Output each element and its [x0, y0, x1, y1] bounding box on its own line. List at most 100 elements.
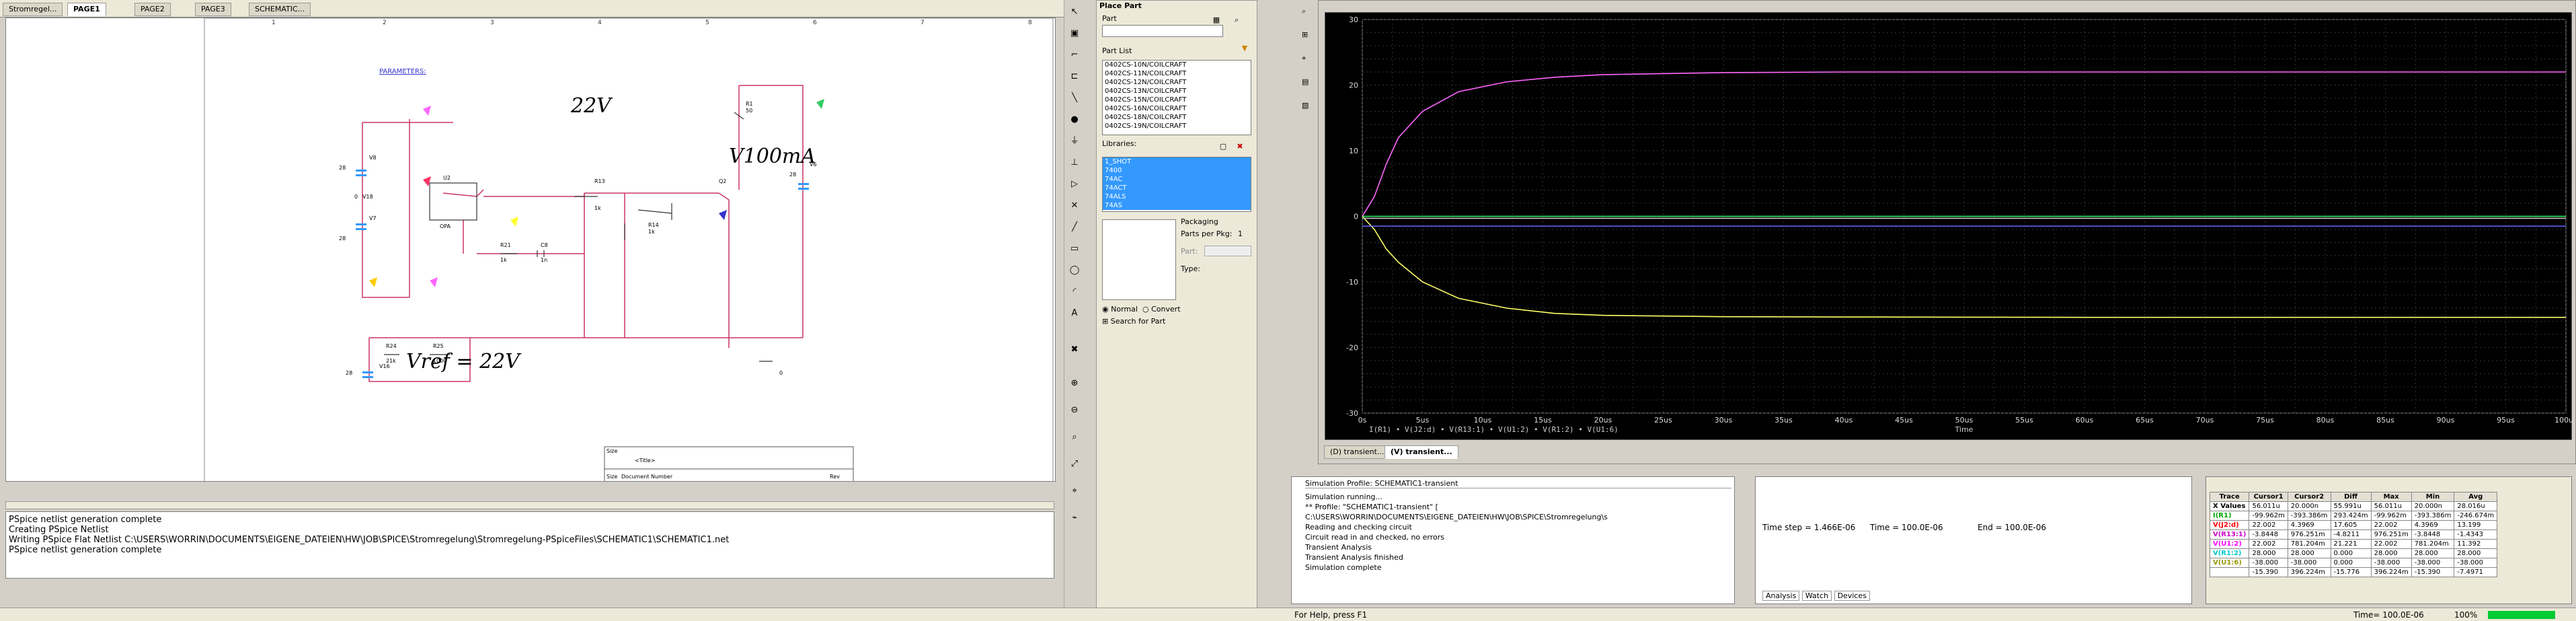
list-item[interactable]: 0402CS-15N/COILCRAFT	[1103, 96, 1251, 104]
table-row[interactable]: V(U1:2) 22.002 781.204m 21.221 22.002 781.204…	[2209, 539, 2498, 549]
draw-toolbar: ↖ ▣ ⌐ ⊏ ╲ ● ⏚ ⊥ ▷ ✕ ╱ ▭ ◯ ◜ A ✖ ⊕ ⊖ ⌕ ⤢ …	[1064, 0, 1084, 621]
table-cell: 28.000	[2411, 548, 2455, 558]
table-row[interactable]: -15.390 396.224m -15.776 396.224m -15.390 -7.…	[2209, 567, 2498, 577]
table-row[interactable]: X Values 56.011u 20.000n 55.991u 56.011u 20.0…	[2209, 501, 2498, 511]
y-tick-label: -10	[1346, 278, 1358, 287]
table-row[interactable]: V(U1:6) -38.000 -38.000 0.000 -38.000 -38.000…	[2209, 558, 2498, 568]
svg-text:4: 4	[598, 20, 602, 26]
table-header: Min	[2411, 492, 2455, 502]
svg-text:Q2: Q2	[719, 178, 726, 184]
svg-text:8: 8	[1028, 20, 1032, 26]
table-cell: 17.605	[2330, 520, 2372, 530]
tab-transient-v[interactable]: (V) transient...	[1384, 445, 1458, 459]
tab-page1[interactable]: PAGE1	[67, 3, 106, 16]
svg-text:V18: V18	[362, 194, 373, 200]
list-item[interactable]: 7400	[1103, 166, 1251, 175]
tab-devices[interactable]: Devices	[1834, 591, 1870, 601]
list-item[interactable]: 0402CS-16N/COILCRAFT	[1103, 104, 1251, 113]
add-trace-icon[interactable]: ⊞	[1302, 30, 1308, 39]
bus-icon[interactable]: ╲	[1068, 92, 1081, 105]
rectangle-icon[interactable]: ▭	[1068, 242, 1081, 256]
fft-icon[interactable]: ▤	[1302, 77, 1309, 86]
svg-text:R1: R1	[746, 101, 753, 107]
list-item[interactable]: 0402CS-10N/COILCRAFT	[1103, 61, 1251, 69]
zoom-out-icon[interactable]: ⊖	[1068, 404, 1081, 417]
ellipse-icon[interactable]: ◯	[1068, 264, 1081, 277]
tab-project[interactable]: Stromregel...	[3, 3, 63, 16]
zoom-area-icon[interactable]: ⌕	[1068, 431, 1081, 444]
table-cell: 396.224m	[2370, 567, 2412, 577]
time-value: Time = 100.0E-06	[1870, 523, 1943, 532]
library-list[interactable]: 1_SHOT 7400 74AC 74ACT 74ALS 74AS	[1102, 157, 1251, 212]
list-item[interactable]: 0402CS-19N/COILCRAFT	[1103, 122, 1251, 131]
tab-page3[interactable]: PAGE3	[195, 3, 231, 16]
tab-page2[interactable]: PAGE2	[134, 3, 171, 16]
tab-analysis[interactable]: Analysis	[1762, 591, 1800, 601]
part-label: Part	[1102, 14, 1117, 23]
select-icon[interactable]: ↖	[1068, 5, 1081, 19]
svg-text:28: 28	[339, 165, 346, 171]
tab-schematic[interactable]: SCHEMATIC...	[249, 3, 311, 16]
schematic-canvas[interactable]: 1 2 3 4 5 6 7 8 PARAMETERS: R1 50 R13 1k…	[5, 17, 1056, 482]
table-row[interactable]: I(R1) -99.962m -393.386m 293.424m -99.962m -3…	[2209, 511, 2498, 521]
convert-radio[interactable]: ○ Convert	[1142, 305, 1181, 314]
part-input[interactable]	[1102, 25, 1223, 37]
table-cell: -4.8211	[2330, 529, 2372, 540]
zoom-in-icon[interactable]: ⊕	[1068, 377, 1081, 390]
add-library-icon[interactable]: ▦	[1211, 15, 1222, 26]
part-select[interactable]	[1204, 246, 1251, 256]
filter-icon[interactable]: ▼	[1239, 44, 1250, 54]
search-icon[interactable]: ⌕	[1231, 15, 1242, 26]
table-row[interactable]: V(J2:d) 22.002 4.3969 17.605 22.002 4.3969 13.…	[2209, 520, 2498, 530]
session-log: PSpice netlist generation complete Creat…	[5, 511, 1054, 579]
x-tick-label: 80us	[2316, 416, 2335, 425]
table-cell: -15.390	[2249, 567, 2288, 577]
svg-text:1k: 1k	[648, 229, 655, 235]
list-item[interactable]: 0402CS-13N/COILCRAFT	[1103, 87, 1251, 96]
line-icon[interactable]: ╱	[1068, 221, 1081, 234]
add-library-button-icon[interactable]: ▢	[1218, 142, 1228, 153]
svg-text:1: 1	[272, 20, 276, 26]
part-list[interactable]: 0402CS-10N/COILCRAFT 0402CS-11N/COILCRAF…	[1102, 60, 1251, 135]
no-connect-icon[interactable]: ✕	[1068, 199, 1081, 213]
table-row[interactable]: V(R13:1) -3.8448 976.251m -4.8211 976.251m -3…	[2209, 529, 2498, 540]
list-item[interactable]: 0402CS-12N/COILCRAFT	[1103, 78, 1251, 87]
x-tick-label: 60us	[2076, 416, 2094, 425]
schematic-drawing: 1 2 3 4 5 6 7 8 PARAMETERS: R1 50 R13 1k…	[204, 18, 1054, 481]
power-icon[interactable]: ⏚	[1068, 135, 1081, 148]
tab-watch[interactable]: Watch	[1801, 591, 1832, 601]
list-item[interactable]: 74ALS	[1103, 192, 1251, 201]
search-part-toggle[interactable]: ⊞ Search for Part	[1102, 317, 1165, 326]
tab-transient-d[interactable]: (D) transient...	[1324, 445, 1391, 459]
list-item[interactable]: 74ACT	[1103, 184, 1251, 192]
ground-icon[interactable]: ⊥	[1068, 156, 1081, 170]
remove-library-icon[interactable]: ✖	[1235, 142, 1245, 153]
probe-voltage-icon[interactable]: ⌖	[1068, 484, 1081, 498]
cursor-icon[interactable]: ⌖	[1302, 54, 1306, 63]
marker-icon[interactable]: ▧	[1302, 101, 1309, 110]
normal-radio[interactable]: ◉ Normal	[1102, 305, 1138, 314]
port-icon[interactable]: ▷	[1068, 178, 1081, 191]
list-item[interactable]: 74AC	[1103, 175, 1251, 184]
list-item[interactable]: 1_SHOT	[1103, 157, 1251, 166]
zoom-icon[interactable]: ⌕	[1302, 7, 1306, 16]
svg-text:50: 50	[746, 108, 752, 114]
table-row[interactable]: V(R1:2) 28.000 28.000 0.000 28.000 28.000 28.0…	[2209, 548, 2498, 558]
list-item[interactable]: 0402CS-11N/COILCRAFT	[1103, 69, 1251, 78]
text-icon[interactable]: A	[1068, 307, 1081, 320]
wire-icon[interactable]: ⌐	[1068, 48, 1081, 62]
probe-current-icon[interactable]: ⌁	[1068, 511, 1081, 525]
table-header: Max	[2370, 492, 2412, 502]
list-item[interactable]: 74AS	[1103, 201, 1251, 210]
zoom-fit-icon[interactable]: ⤢	[1068, 458, 1081, 471]
arc-icon[interactable]: ◜	[1068, 285, 1081, 299]
net-alias-icon[interactable]: ⊏	[1068, 70, 1081, 83]
place-part-icon[interactable]: ▣	[1068, 27, 1081, 40]
list-item[interactable]: 0402CS-18N/COILCRAFT	[1103, 113, 1251, 122]
delete-icon[interactable]: ✖	[1068, 343, 1081, 357]
junction-icon[interactable]: ●	[1068, 113, 1081, 126]
handwritten-annotations: 22V V100mA Vref = 22V	[406, 94, 816, 373]
table-cell: -246.674m	[2454, 511, 2498, 521]
x-tick-label: 100us	[2554, 416, 2573, 425]
waveform-plot[interactable]: 30 20 10 0 -10 -20 -30 0s 5us 10us 15us 20us 25us 30u…	[1325, 12, 2576, 440]
